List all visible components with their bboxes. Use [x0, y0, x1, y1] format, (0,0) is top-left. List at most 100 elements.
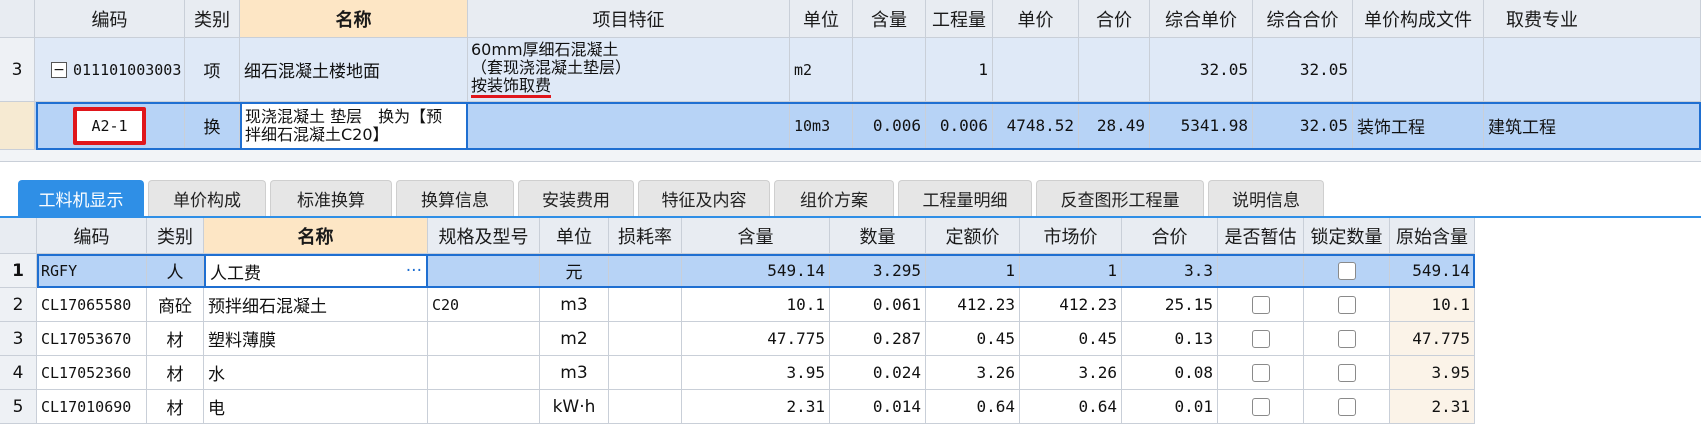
cell-spec: C20 [428, 288, 540, 322]
cell-code[interactable]: CL17010690 [37, 390, 147, 424]
upper-header-unit-price[interactable]: 单价 [993, 0, 1079, 38]
cell-name[interactable]: 预拌细石混凝土 [204, 288, 428, 322]
tab-standard-conversion[interactable]: 标准换算 [270, 180, 392, 216]
upper-header-price-file[interactable]: 单价构成文件 [1353, 0, 1484, 38]
cell-quantity[interactable]: 0.287 [830, 322, 926, 356]
tab-labor-material-machine[interactable]: 工料机显示 [18, 180, 144, 216]
provisional-checkbox[interactable] [1251, 295, 1270, 314]
cell-content[interactable]: 3.95 [682, 356, 830, 390]
row-name[interactable]: 细石混凝土楼地面 [240, 38, 468, 102]
cell-code[interactable]: CL17052360 [37, 356, 147, 390]
lock-qty-checkbox[interactable] [1337, 397, 1356, 416]
cell-loss[interactable] [609, 322, 682, 356]
cell-content[interactable]: 47.775 [682, 322, 830, 356]
tab-features-content[interactable]: 特征及内容 [638, 180, 770, 216]
cell-total: 0.08 [1122, 356, 1218, 390]
lower-header-provisional[interactable]: 是否暂估 [1218, 218, 1304, 254]
row-category: 换 [185, 102, 240, 150]
tab-reverse-graphic-quantity[interactable]: 反查图形工程量 [1036, 180, 1204, 216]
cell-market-price[interactable]: 0.64 [1020, 390, 1122, 424]
lower-header-quantity[interactable]: 数量 [830, 218, 926, 254]
row-code: A2-1 [73, 106, 146, 145]
upper-header-quantity[interactable]: 工程量 [926, 0, 993, 38]
cell-quantity[interactable]: 3.295 [830, 254, 926, 288]
row-content: 0.006 [853, 102, 926, 150]
row-content [853, 38, 926, 102]
upper-header-comp-unit-price[interactable]: 综合单价 [1150, 0, 1253, 38]
cell-loss[interactable] [609, 254, 682, 288]
provisional-checkbox[interactable] [1251, 397, 1270, 416]
lock-qty-checkbox[interactable] [1337, 329, 1356, 348]
tab-description[interactable]: 说明信息 [1208, 180, 1324, 216]
cell-loss[interactable] [609, 390, 682, 424]
upper-grid: 编码 类别 名称 项目特征 单位 含量 工程量 单价 合价 综合单价 综合合价 … [0, 0, 1701, 162]
upper-header-total[interactable]: 合价 [1079, 0, 1150, 38]
lower-header-quota-price[interactable]: 定额价 [926, 218, 1020, 254]
row-quantity[interactable]: 0.006 [926, 102, 993, 150]
cell-name[interactable]: 水 [204, 356, 428, 390]
upper-header-name[interactable]: 名称 [240, 0, 468, 38]
cell-code[interactable]: CL17065580 [37, 288, 147, 322]
provisional-checkbox[interactable] [1251, 329, 1270, 348]
cell-quantity[interactable]: 0.024 [830, 356, 926, 390]
lower-header-total[interactable]: 合价 [1122, 218, 1218, 254]
cell-market-price[interactable]: 0.45 [1020, 322, 1122, 356]
tab-pricing-scheme[interactable]: 组价方案 [774, 180, 894, 216]
row-name-editor[interactable]: 现浇混凝土 垫层 换为【预 拌细石混凝土C20】 [240, 102, 468, 150]
ellipsis-button[interactable]: ··· [406, 261, 426, 281]
upper-header-fee-spec[interactable]: 取费专业 [1484, 0, 1701, 38]
lower-header-market-price[interactable]: 市场价 [1020, 218, 1122, 254]
upper-header-feature[interactable]: 项目特征 [468, 0, 790, 38]
cell-quantity[interactable]: 0.014 [830, 390, 926, 424]
cell-unit: m3 [540, 356, 609, 390]
lower-header-name[interactable]: 名称 [204, 218, 428, 254]
cell-quantity[interactable]: 0.061 [830, 288, 926, 322]
cell-market-price[interactable]: 3.26 [1020, 356, 1122, 390]
lower-header-unit[interactable]: 单位 [540, 218, 609, 254]
upper-header-unit[interactable]: 单位 [790, 0, 853, 38]
lock-qty-checkbox[interactable] [1337, 261, 1356, 280]
cell-code[interactable]: CL17053670 [37, 322, 147, 356]
cell-loss[interactable] [609, 288, 682, 322]
lower-header-code[interactable]: 编码 [37, 218, 147, 254]
lower-header-content[interactable]: 含量 [682, 218, 830, 254]
name-line-1: 现浇混凝土 垫层 换为【预 [245, 107, 443, 126]
row-code-cell[interactable]: A2-1 [35, 102, 185, 150]
upper-header-category[interactable]: 类别 [185, 0, 240, 38]
tab-conversion-info[interactable]: 换算信息 [396, 180, 514, 216]
cell-content[interactable]: 10.1 [682, 288, 830, 322]
upper-scroll-strip [0, 150, 1701, 162]
cell-provisional [1218, 254, 1304, 288]
cell-name[interactable]: 塑料薄膜 [204, 322, 428, 356]
lower-header-spec[interactable]: 规格及型号 [428, 218, 540, 254]
row-feature[interactable] [468, 102, 790, 150]
tab-install-fee[interactable]: 安装费用 [518, 180, 634, 216]
cell-name-editor[interactable]: 人工费 ··· [204, 254, 428, 288]
lock-qty-checkbox[interactable] [1337, 363, 1356, 382]
provisional-checkbox[interactable] [1251, 363, 1270, 382]
lock-qty-checkbox[interactable] [1337, 295, 1356, 314]
lower-header-category[interactable]: 类别 [147, 218, 204, 254]
cell-content[interactable]: 549.14 [682, 254, 830, 288]
lower-header-orig-content[interactable]: 原始含量 [1390, 218, 1475, 254]
cell-orig-content: 47.775 [1390, 322, 1475, 356]
minus-box-icon[interactable]: − [51, 61, 67, 78]
lower-header-loss[interactable]: 损耗率 [609, 218, 682, 254]
cell-content[interactable]: 2.31 [682, 390, 830, 424]
upper-header-code[interactable]: 编码 [35, 0, 185, 38]
tab-quantity-details[interactable]: 工程量明细 [898, 180, 1032, 216]
lower-header-lock-qty[interactable]: 锁定数量 [1304, 218, 1390, 254]
row-unit-price [993, 38, 1079, 102]
cell-name[interactable]: 电 [204, 390, 428, 424]
cell-market-price[interactable]: 1 [1020, 254, 1122, 288]
row-price-file: 装饰工程 [1353, 102, 1484, 150]
upper-header-comp-total[interactable]: 综合合价 [1253, 0, 1353, 38]
row-code-cell[interactable]: − 011101003003 [35, 38, 185, 102]
cell-code[interactable]: RGFY [37, 254, 147, 288]
row-quantity[interactable]: 1 [926, 38, 993, 102]
upper-header-content[interactable]: 含量 [853, 0, 926, 38]
cell-loss[interactable] [609, 356, 682, 390]
tab-unit-price-composition[interactable]: 单价构成 [148, 180, 266, 216]
row-feature[interactable]: 60mm厚细石混凝土 （套现浇混凝土垫层） 按装饰取费 [468, 38, 790, 102]
cell-market-price[interactable]: 412.23 [1020, 288, 1122, 322]
